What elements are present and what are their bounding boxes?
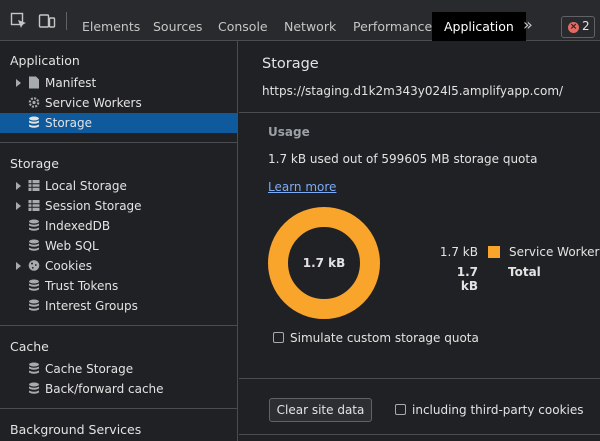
sidebar-item-label: Interest Groups xyxy=(45,299,138,313)
simulate-quota-label[interactable]: Simulate custom storage quota xyxy=(290,331,479,345)
sidebar-item-label: Back/forward cache xyxy=(45,382,164,396)
device-toggle-icon[interactable] xyxy=(38,12,56,30)
sidebar-item-manifest[interactable]: Manifest xyxy=(0,73,237,93)
sidebar-item-storage[interactable]: Storage xyxy=(0,113,237,133)
sidebar-item-label: Manifest xyxy=(45,76,97,90)
grid-icon xyxy=(28,180,40,191)
error-icon: × xyxy=(568,22,579,33)
sidebar-item-back-forward-cache[interactable]: Back/forward cache xyxy=(0,379,237,399)
inspect-element-icon[interactable] xyxy=(10,12,28,30)
storage-panel: Storage https://staging.d1k2m343y024l5.a… xyxy=(239,41,600,441)
sidebar-item-label: Storage xyxy=(45,116,92,130)
tab-elements[interactable]: Elements xyxy=(82,12,140,41)
sidebar-item-label: Cookies xyxy=(45,259,92,273)
database-icon xyxy=(29,239,39,251)
third-party-cookies-label[interactable]: including third-party cookies xyxy=(412,403,584,417)
sidebar-item-service-workers[interactable]: Service Workers xyxy=(0,93,237,113)
usage-donut-chart: 1.7 kB xyxy=(268,207,380,319)
database-icon xyxy=(29,279,39,291)
sidebar-item-web-sql[interactable]: Web SQL xyxy=(0,236,237,256)
sidebar-heading-cache: Cache xyxy=(10,339,49,354)
database-icon xyxy=(29,362,39,374)
legend-total-value: 1.7 kB xyxy=(456,265,478,293)
sidebar-item-trust-tokens[interactable]: Trust Tokens xyxy=(0,276,237,296)
legend-service-workers-label: Service Workers xyxy=(509,245,600,259)
section-divider xyxy=(0,408,237,409)
more-tabs-button[interactable]: » xyxy=(523,12,533,38)
legend-total-label: Total xyxy=(508,265,541,279)
expand-arrow-icon[interactable] xyxy=(16,262,21,270)
legend-service-workers-value: 1.7 kB xyxy=(439,245,478,259)
document-icon xyxy=(29,76,39,89)
sidebar-heading-background-services: Background Services xyxy=(10,422,142,437)
expand-arrow-icon[interactable] xyxy=(16,202,21,210)
sidebar-item-label: Session Storage xyxy=(45,199,142,213)
sidebar-item-cache-storage[interactable]: Cache Storage xyxy=(0,359,237,379)
sidebar-item-interest-groups[interactable]: Interest Groups xyxy=(0,296,237,316)
clear-site-data-button[interactable]: Clear site data xyxy=(269,398,372,422)
tab-console[interactable]: Console xyxy=(218,12,268,41)
section-divider xyxy=(239,378,600,379)
toolbar-separator xyxy=(66,12,67,30)
tab-sources[interactable]: Sources xyxy=(153,12,202,41)
application-sidebar: Application Manifest Service Workers Sto… xyxy=(0,41,238,441)
third-party-cookies-checkbox[interactable] xyxy=(395,404,406,415)
sidebar-item-label: IndexedDB xyxy=(45,219,111,233)
tab-performance[interactable]: Performance xyxy=(353,12,432,41)
section-divider xyxy=(0,325,237,326)
section-divider xyxy=(239,112,600,113)
usage-heading: Usage xyxy=(268,125,310,139)
sidebar-item-label: Service Workers xyxy=(45,96,142,110)
sidebar-item-session-storage[interactable]: Session Storage xyxy=(0,196,237,216)
sidebar-heading-storage: Storage xyxy=(10,156,59,171)
sidebar-item-label: Trust Tokens xyxy=(45,279,119,293)
error-counter-badge[interactable]: × 2 xyxy=(561,16,595,38)
grid-icon xyxy=(28,200,40,211)
sidebar-item-local-storage[interactable]: Local Storage xyxy=(0,176,237,196)
database-icon xyxy=(29,219,39,231)
devtools-toolbar: Elements Sources Console Network Perform… xyxy=(0,0,600,41)
section-divider xyxy=(0,142,237,143)
database-icon xyxy=(29,382,39,394)
simulate-quota-checkbox[interactable] xyxy=(273,332,284,343)
expand-arrow-icon[interactable] xyxy=(16,182,21,190)
donut-center-label: 1.7 kB xyxy=(303,256,346,270)
page-title: Storage xyxy=(262,56,319,72)
sidebar-item-label: Local Storage xyxy=(45,179,127,193)
usage-summary: 1.7 kB used out of 599605 MB storage quo… xyxy=(268,152,538,166)
tab-network[interactable]: Network xyxy=(284,12,336,41)
error-count: 2 xyxy=(582,19,590,33)
sidebar-item-cookies[interactable]: Cookies xyxy=(0,256,237,276)
sidebar-heading-application: Application xyxy=(10,53,80,68)
learn-more-link[interactable]: Learn more xyxy=(268,180,336,194)
tab-application[interactable]: Application xyxy=(432,12,526,41)
sidebar-item-label: Cache Storage xyxy=(45,362,134,376)
section-divider xyxy=(239,434,600,435)
expand-arrow-icon[interactable] xyxy=(16,79,21,87)
sidebar-item-label: Web SQL xyxy=(45,239,99,253)
sidebar-item-indexeddb[interactable]: IndexedDB xyxy=(0,216,237,236)
cookie-icon xyxy=(28,260,40,271)
database-icon xyxy=(29,116,39,128)
database-icon xyxy=(29,299,39,311)
origin-url: https://staging.d1k2m343y024l5.amplifyap… xyxy=(262,84,564,98)
gear-icon xyxy=(28,97,40,108)
legend-swatch-service-workers xyxy=(488,246,500,258)
